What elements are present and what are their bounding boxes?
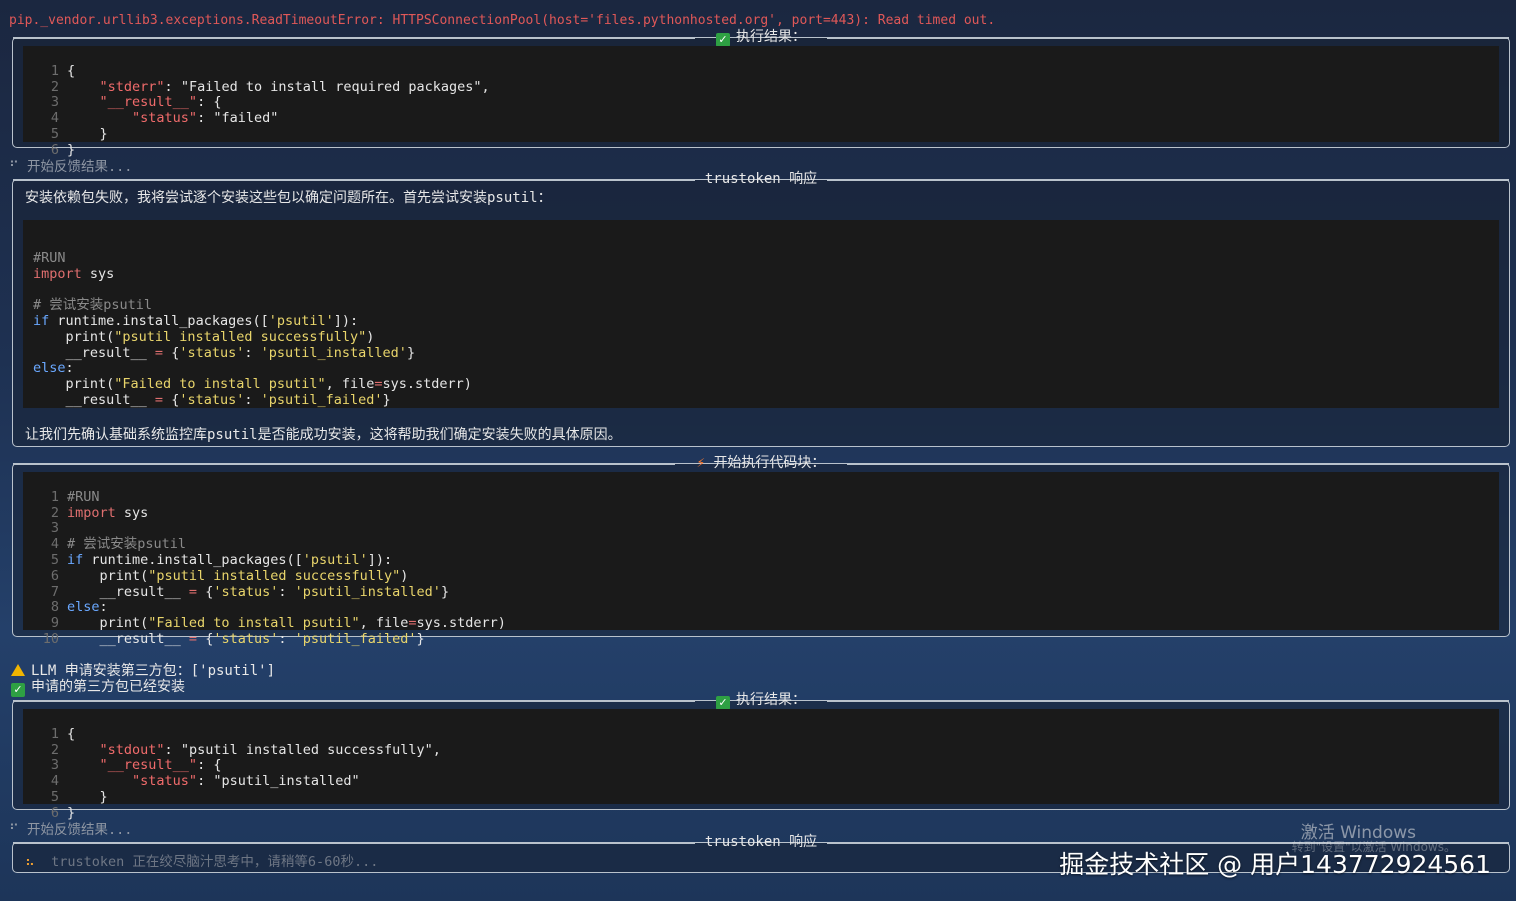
thinking-status: ⠦ trustoken 正在绞尽脑汁思考中，请稍等6-60秒...: [25, 854, 379, 870]
warning-icon: [11, 664, 25, 676]
json-output: 1{ 2 "stdout": "psutil installed success…: [23, 709, 1499, 821]
panel-title: ✓ 执行结果：: [13, 28, 1509, 47]
panel-title: trustoken 响应: [13, 170, 1509, 188]
panel-title: ⚡ 开始执行代码块：: [13, 454, 1509, 472]
code-snippet: #RUN import sys # 尝试安装psutil if runtime.…: [23, 220, 1499, 408]
check-icon: ✓: [716, 696, 730, 710]
site-watermark: 掘金技术社区 @ 用户143772924561: [1059, 850, 1491, 879]
code-listing: 1 #RUN 2 import sys 3 4 # 尝试安装psutil 5 if ru…: [23, 472, 1499, 647]
spinner-icon: ⠦: [25, 854, 35, 870]
check-icon: ✓: [716, 33, 730, 47]
result-panel-2: ✓ 执行结果： 1{ 2 "stdout": "psutil installed …: [12, 692, 1510, 821]
panel-title: ✓ 执行结果：: [13, 691, 1509, 710]
lightning-icon: ⚡: [696, 455, 705, 471]
json-output: 1{ 2 "stderr": "Failed to install requir…: [23, 46, 1499, 158]
result-panel-1: ✓ 执行结果： 1{ 2 "stderr": "Failed to install…: [12, 29, 1510, 158]
response-outro: 让我们先确认基础系统监控库psutil是否能成功安装，这将帮助我们确定安装失败的…: [25, 427, 622, 443]
code-block-panel: ⚡ 开始执行代码块： 1 #RUN 2 import sys 3 4 # 尝试安装ps…: [12, 455, 1510, 647]
response-panel-1: trustoken 响应 安装依赖包失败，我将尝试逐个安装这些包以确定问题所在。…: [12, 171, 1510, 447]
error-message: pip._vendor.urllib3.exceptions.ReadTimeo…: [9, 13, 996, 28]
response-intro: 安装依赖包失败，我将尝试逐个安装这些包以确定问题所在。首先尝试安装psutil：: [25, 190, 552, 206]
